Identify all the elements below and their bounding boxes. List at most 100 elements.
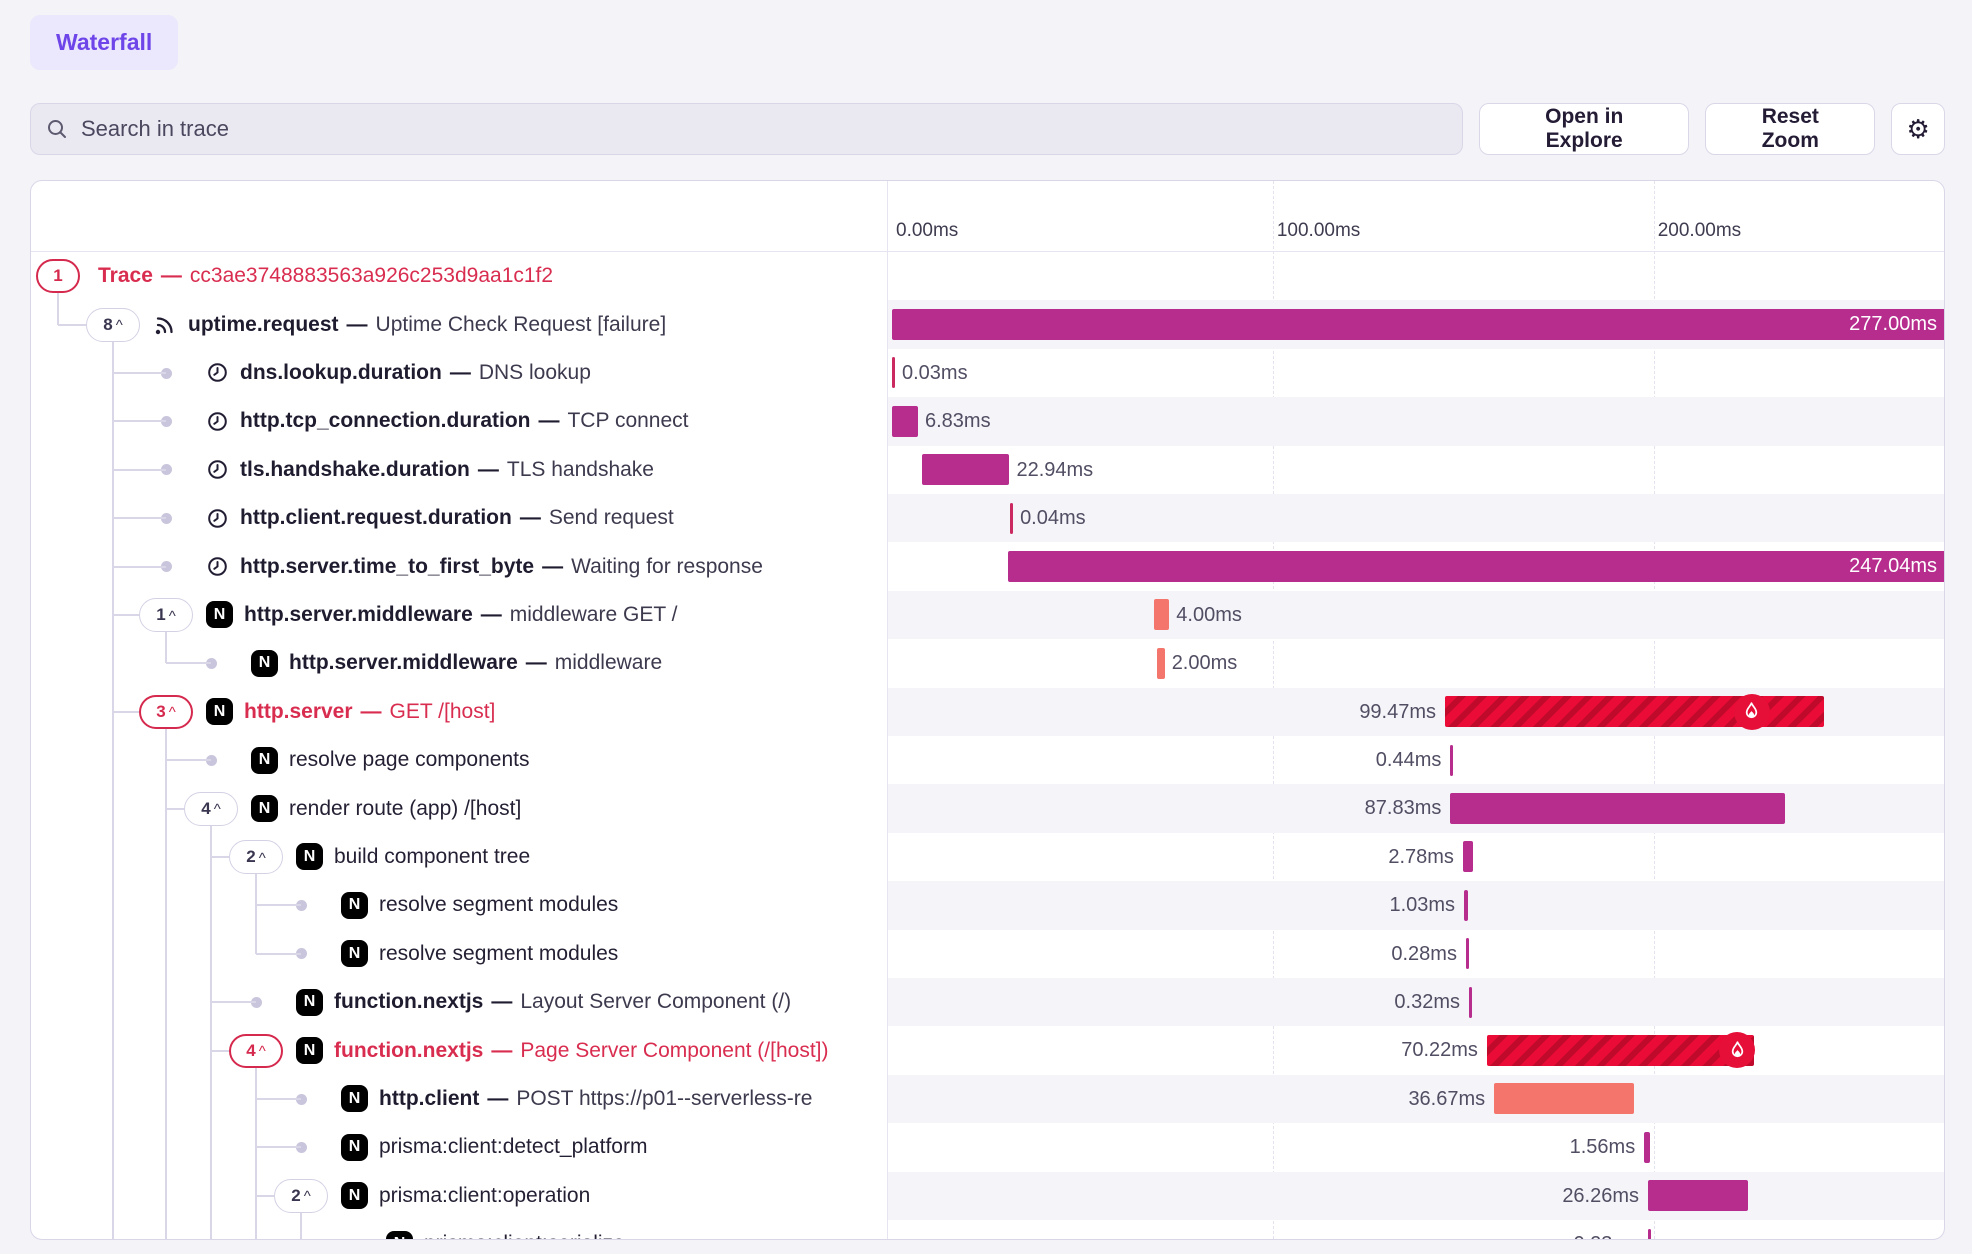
span-name: build component tree bbox=[334, 845, 530, 869]
duration-bar[interactable] bbox=[1494, 1083, 1634, 1114]
tree-header bbox=[31, 181, 887, 252]
chevron-up-icon: ^ bbox=[304, 1188, 311, 1205]
duration-label: 4.00ms bbox=[1176, 591, 1242, 639]
duration-bar[interactable] bbox=[1450, 745, 1453, 776]
duration-bar[interactable] bbox=[1487, 1035, 1754, 1066]
tree-row[interactable]: http.tcp_connection.duration—TCP connect bbox=[31, 397, 887, 445]
expand-pill[interactable]: 1 bbox=[36, 259, 80, 293]
waterfall-row[interactable]: 2.00ms bbox=[888, 639, 1945, 687]
waterfall-column: 0.00ms100.00ms200.00ms 277.00ms0.03ms6.8… bbox=[887, 181, 1945, 1239]
waterfall-row[interactable]: 36.67ms bbox=[888, 1075, 1945, 1123]
waterfall-row[interactable]: 247.04ms bbox=[888, 542, 1945, 590]
duration-label: 70.22ms bbox=[1401, 1026, 1478, 1074]
waterfall-row[interactable] bbox=[888, 252, 1945, 300]
duration-bar[interactable] bbox=[1644, 1132, 1650, 1163]
nextjs-icon: N bbox=[206, 698, 233, 725]
waterfall-row[interactable]: 26.26ms bbox=[888, 1172, 1945, 1220]
duration-label: 0.03ms bbox=[902, 349, 968, 397]
expand-pill[interactable]: 2^ bbox=[274, 1179, 328, 1213]
tree-row[interactable]: Nhttp.server.middleware—middleware bbox=[31, 639, 887, 687]
waterfall-row[interactable]: 0.44ms bbox=[888, 736, 1945, 784]
waterfall-row[interactable]: 6.83ms bbox=[888, 397, 1945, 445]
tree-row[interactable]: Nrender route (app) /[host] bbox=[31, 784, 887, 832]
time-axis: 0.00ms100.00ms200.00ms bbox=[888, 181, 1945, 252]
expand-pill[interactable]: 4^ bbox=[184, 792, 238, 826]
duration-bar[interactable] bbox=[1469, 987, 1472, 1018]
waterfall-row[interactable]: 22.94ms bbox=[888, 446, 1945, 494]
waterfall-row[interactable]: 1.56ms bbox=[888, 1123, 1945, 1171]
nextjs-icon: N bbox=[341, 940, 368, 967]
duration-bar[interactable] bbox=[1154, 599, 1169, 630]
tree-row[interactable]: Nresolve segment modules bbox=[31, 881, 887, 929]
tree-row[interactable]: Nprisma:client:serialize bbox=[31, 1220, 887, 1240]
duration-label: 22.94ms bbox=[1016, 446, 1093, 494]
tree-row[interactable]: Nresolve segment modules bbox=[31, 930, 887, 978]
waterfall-row[interactable]: 0.04ms bbox=[888, 494, 1945, 542]
expand-pill[interactable]: 2^ bbox=[229, 840, 283, 874]
waterfall-row[interactable]: 70.22ms bbox=[888, 1026, 1945, 1074]
span-name: function.nextjs bbox=[334, 1039, 483, 1063]
duration-label: 0.23ms bbox=[1573, 1220, 1639, 1240]
tree-row[interactable]: Nresolve page components bbox=[31, 736, 887, 784]
tab-waterfall[interactable]: Waterfall bbox=[30, 15, 178, 70]
waterfall-row[interactable]: 0.23ms bbox=[888, 1220, 1945, 1240]
expand-pill[interactable]: 3^ bbox=[139, 695, 193, 729]
span-name: Trace bbox=[98, 264, 153, 288]
span-name: tls.handshake.duration bbox=[240, 458, 470, 482]
waterfall-row[interactable]: 1.03ms bbox=[888, 881, 1945, 929]
reset-zoom-button[interactable]: Reset Zoom bbox=[1705, 103, 1875, 155]
waterfall-row[interactable]: 0.03ms bbox=[888, 349, 1945, 397]
tree-row[interactable]: Trace—cc3ae3748883563a926c253d9aa1c1f2 bbox=[31, 252, 887, 300]
duration-bar[interactable] bbox=[1157, 648, 1165, 679]
toolbar: Open in Explore Reset Zoom ⚙ bbox=[30, 103, 1945, 155]
duration-bar[interactable] bbox=[922, 454, 1009, 485]
waterfall-row[interactable]: 2.78ms bbox=[888, 833, 1945, 881]
waterfall-row[interactable]: 277.00ms bbox=[888, 300, 1945, 348]
tree-row[interactable]: Nfunction.nextjs—Layout Server Component… bbox=[31, 978, 887, 1026]
duration-bar[interactable] bbox=[1010, 503, 1013, 534]
duration-bar[interactable] bbox=[892, 357, 895, 388]
span-description: middleware bbox=[555, 651, 662, 675]
duration-label: 0.04ms bbox=[1020, 494, 1086, 542]
tree-row[interactable]: Nprisma:client:operation bbox=[31, 1172, 887, 1220]
tree-row[interactable]: Nbuild component tree bbox=[31, 833, 887, 881]
span-description: Uptime Check Request [failure] bbox=[376, 313, 667, 337]
tree-row[interactable]: Nhttp.client—POST https://p01--serverles… bbox=[31, 1075, 887, 1123]
axis-tick: 100.00ms bbox=[1277, 220, 1360, 242]
waterfall-row[interactable]: 0.28ms bbox=[888, 930, 1945, 978]
tree-row[interactable]: Nfunction.nextjs—Page Server Component (… bbox=[31, 1026, 887, 1074]
expand-pill[interactable]: 4^ bbox=[229, 1034, 283, 1068]
expand-pill[interactable]: 1^ bbox=[139, 598, 193, 632]
nextjs-icon: N bbox=[341, 1134, 368, 1161]
waterfall-row[interactable]: 99.47ms bbox=[888, 688, 1945, 736]
tree-row[interactable]: http.client.request.duration—Send reques… bbox=[31, 494, 887, 542]
waterfall-row[interactable]: 0.32ms bbox=[888, 978, 1945, 1026]
waterfall-row[interactable]: 87.83ms bbox=[888, 784, 1945, 832]
tree-row[interactable]: http.server.time_to_first_byte—Waiting f… bbox=[31, 542, 887, 590]
gear-icon: ⚙ bbox=[1906, 114, 1929, 145]
tree-row[interactable]: tls.handshake.duration—TLS handshake bbox=[31, 446, 887, 494]
waterfall-row[interactable]: 4.00ms bbox=[888, 591, 1945, 639]
span-name: http.tcp_connection.duration bbox=[240, 409, 530, 433]
duration-bar[interactable] bbox=[1466, 938, 1469, 969]
span-name: http.server.middleware bbox=[289, 651, 518, 675]
settings-button[interactable]: ⚙ bbox=[1891, 103, 1945, 155]
open-in-explore-button[interactable]: Open in Explore bbox=[1479, 103, 1689, 155]
span-dash: — bbox=[538, 409, 559, 433]
expand-pill[interactable]: 8^ bbox=[86, 308, 140, 342]
tree-row[interactable]: dns.lookup.duration—DNS lookup bbox=[31, 349, 887, 397]
tree-row[interactable]: uptime.request—Uptime Check Request [fai… bbox=[31, 300, 887, 348]
search-bar[interactable] bbox=[30, 103, 1463, 155]
duration-bar[interactable] bbox=[1450, 793, 1785, 824]
duration-bar[interactable] bbox=[892, 406, 918, 437]
nextjs-icon: N bbox=[386, 1231, 413, 1240]
tree-row[interactable]: Nprisma:client:detect_platform bbox=[31, 1123, 887, 1171]
span-name: prisma:client:operation bbox=[379, 1184, 590, 1208]
duration-bar[interactable] bbox=[1648, 1180, 1748, 1211]
search-input[interactable] bbox=[79, 115, 1448, 143]
duration-bar[interactable] bbox=[1648, 1229, 1651, 1240]
span-name: resolve segment modules bbox=[379, 893, 618, 917]
duration-bar[interactable] bbox=[1463, 841, 1474, 872]
duration-bar[interactable] bbox=[1464, 890, 1468, 921]
span-name: function.nextjs bbox=[334, 990, 483, 1014]
